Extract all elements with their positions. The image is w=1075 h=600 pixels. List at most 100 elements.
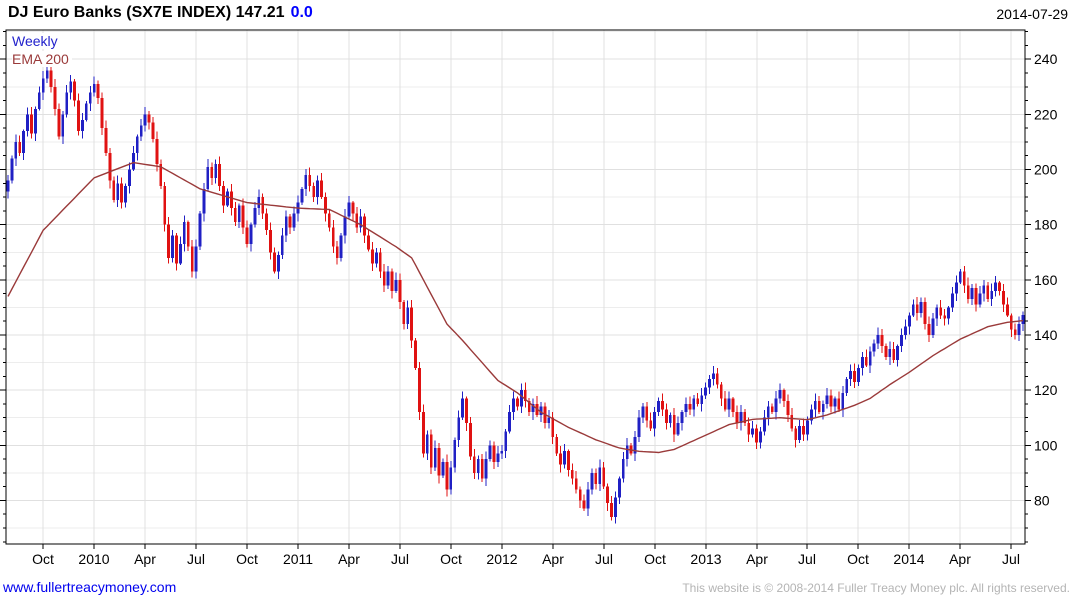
candle-body	[418, 368, 421, 413]
candle-body	[833, 398, 837, 407]
candle-body	[962, 271, 966, 286]
candle-body	[578, 489, 582, 501]
candle-body	[747, 423, 751, 435]
candles-layer	[6, 65, 1025, 524]
candle-body	[339, 235, 343, 258]
candle-body	[657, 401, 660, 413]
candle-body	[335, 246, 339, 258]
candle-body	[10, 158, 14, 181]
candle-body	[998, 282, 1001, 291]
candle-body	[778, 390, 782, 399]
candle-body	[649, 420, 653, 429]
candle-body	[257, 197, 261, 209]
candle-body	[414, 340, 417, 369]
candle-body	[378, 252, 382, 272]
candle-body	[167, 224, 171, 258]
candle-body	[53, 86, 57, 109]
candle-body	[762, 417, 766, 432]
candle-body	[570, 470, 574, 479]
candle-body	[382, 271, 386, 286]
candle-body	[864, 357, 868, 366]
x-tick-label: Jul	[1002, 551, 1020, 567]
x-tick-label: Oct	[32, 551, 54, 567]
x-tick-label: 2010	[78, 551, 109, 567]
candle-body	[171, 235, 174, 258]
candle-body	[802, 425, 805, 435]
candle-body	[727, 398, 731, 410]
candle-body	[559, 453, 562, 465]
candle-body	[860, 357, 864, 369]
candle-body	[516, 398, 519, 407]
candle-body	[226, 191, 229, 206]
x-tick-label: Jul	[391, 551, 409, 567]
candle-body	[261, 197, 265, 214]
candle-body	[621, 459, 625, 479]
candle-body	[904, 326, 907, 335]
candle-body	[237, 205, 241, 222]
candle-body	[480, 459, 484, 479]
y-tick-label: 140	[1034, 327, 1058, 343]
y-tick-label: 120	[1034, 382, 1058, 398]
candle-body	[343, 216, 347, 236]
x-tick-label: Apr	[338, 551, 360, 567]
candle-body	[347, 202, 351, 217]
candle-body	[163, 186, 167, 225]
candle-body	[598, 467, 602, 484]
ema-legend-label: EMA 200	[12, 51, 72, 67]
candle-body	[606, 486, 610, 504]
axis-layer	[0, 31, 1031, 549]
candle-body	[896, 346, 900, 360]
candle-body	[406, 307, 410, 324]
candle-body	[684, 403, 688, 413]
candle-body	[680, 412, 684, 424]
candle-body	[919, 301, 923, 313]
candle-body	[233, 208, 237, 222]
candle-body	[715, 373, 719, 385]
candle-body	[931, 318, 935, 335]
candle-body	[880, 334, 884, 347]
x-tick-label: Apr	[542, 551, 564, 567]
candle-body	[104, 128, 108, 153]
x-tick-label: 2013	[690, 551, 721, 567]
candle-body	[907, 315, 911, 327]
candle-body	[69, 81, 73, 93]
candle-body	[519, 390, 523, 407]
candle-body	[96, 84, 100, 98]
candle-body	[986, 285, 990, 300]
candle-body	[994, 282, 998, 291]
candle-body	[935, 307, 939, 319]
candle-body	[429, 434, 433, 468]
candle-body	[61, 114, 65, 137]
candle-body	[45, 70, 49, 79]
candle-body	[688, 403, 692, 410]
candle-body	[927, 323, 931, 335]
plot-border	[5, 29, 1026, 545]
x-tick-label: Jul	[595, 551, 613, 567]
candle-body	[276, 255, 280, 272]
candle-body	[602, 467, 606, 487]
candle-body	[128, 169, 131, 187]
candle-body	[590, 472, 594, 490]
candle-body	[253, 208, 257, 225]
candle-body	[41, 78, 45, 93]
candle-body	[915, 304, 919, 313]
candle-body	[504, 431, 508, 451]
chart-page: DJ Euro Banks (SX7E INDEX) 147.21 0.0 201…	[0, 0, 1075, 600]
axis-labels-layer: Oct 2010 Apr Jul Oct 2011 Apr Jul Oct 2012 Apr Jul O…	[32, 51, 1057, 567]
candle-body	[719, 384, 723, 399]
candle-body	[484, 459, 488, 479]
candle-body	[112, 180, 116, 200]
site-link[interactable]: www.fullertreacymoney.com	[3, 579, 176, 595]
candle-body	[813, 401, 817, 410]
candle-body	[77, 100, 80, 131]
candle-body	[229, 191, 233, 209]
candle-body	[390, 271, 394, 291]
candle-body	[92, 84, 96, 93]
candle-body	[14, 141, 18, 159]
candle-body	[751, 428, 755, 435]
candle-body	[755, 428, 758, 443]
candle-body	[982, 285, 986, 294]
candle-body	[551, 417, 555, 438]
candle-body	[81, 119, 84, 131]
candle-body	[884, 346, 888, 358]
